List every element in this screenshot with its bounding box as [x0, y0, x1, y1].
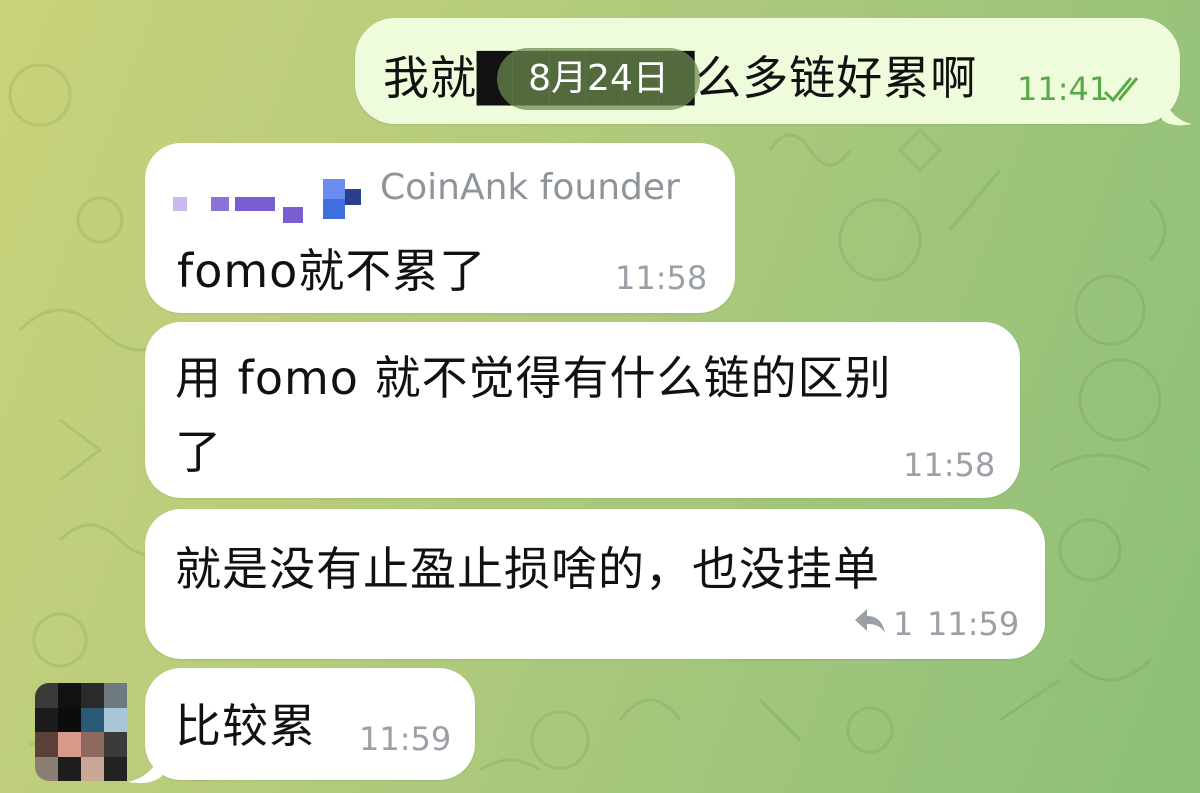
- message-text-line2: 了: [175, 425, 222, 479]
- incoming-message-bubble[interactable]: 比较累 11:59: [145, 668, 475, 780]
- outgoing-bubble-tail: [1162, 96, 1192, 126]
- message-time: 11:58: [903, 446, 996, 484]
- outgoing-message-bubble[interactable]: 我就██████么多链好累啊 11:41: [355, 18, 1180, 124]
- sender-name[interactable]: CoinAnk founder: [380, 167, 680, 208]
- incoming-bubble-tail: [128, 750, 162, 784]
- message-text: fomo就不累了: [177, 244, 487, 298]
- message-time: 11:58: [615, 259, 708, 297]
- date-separator: 8月24日: [497, 48, 700, 110]
- message-text-line1: 用 fomo 就不觉得有什么链的区别: [175, 351, 892, 405]
- double-check-icon: [1103, 77, 1139, 103]
- message-time: 11:59: [927, 605, 1020, 643]
- reply-arrow-icon[interactable]: [853, 607, 887, 635]
- incoming-message-bubble[interactable]: CoinAnk founder fomo就不累了 11:58: [145, 143, 735, 313]
- message-time: 11:41: [1017, 70, 1110, 108]
- message-time: 11:59: [359, 720, 452, 758]
- reply-count[interactable]: 1: [893, 605, 913, 643]
- avatar-pixelated[interactable]: [35, 683, 127, 781]
- incoming-message-bubble[interactable]: 就是没有止盈止损啥的，也没挂单 1 11:59: [145, 509, 1045, 659]
- incoming-message-bubble[interactable]: 用 fomo 就不觉得有什么链的区别 了 11:58: [145, 322, 1020, 498]
- sender-avatar-pixelated: [173, 179, 361, 227]
- message-text: 就是没有止盈止损啥的，也没挂单: [175, 542, 880, 596]
- message-text: 比较累: [175, 699, 316, 753]
